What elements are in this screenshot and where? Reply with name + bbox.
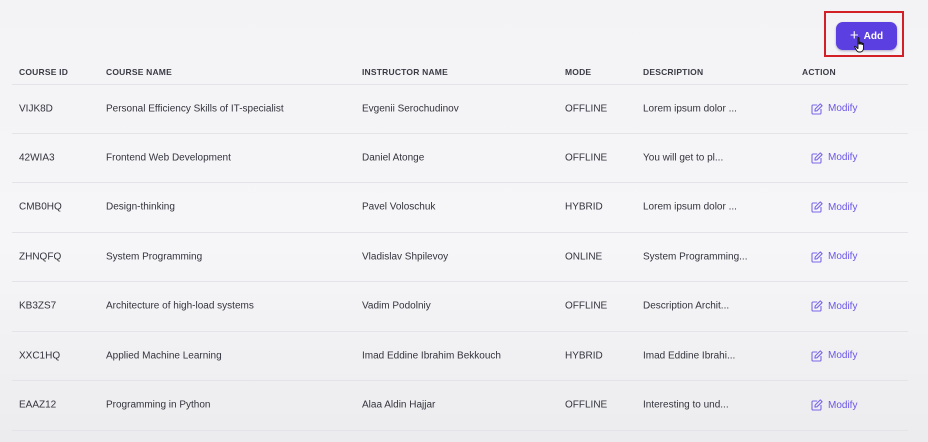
top-bar: + Add: [0, 0, 928, 60]
edit-icon: [811, 103, 823, 115]
edit-icon: [811, 201, 823, 213]
edit-icon: [811, 300, 823, 312]
modify-label: Modify: [828, 201, 858, 213]
description-cell: Lorem ipsum dolor ...: [643, 103, 737, 115]
modify-label: Modify: [828, 251, 858, 263]
instructor-name-cell: Vadim Podolniy: [362, 300, 431, 312]
hand-cursor-icon: [854, 37, 864, 53]
description-cell: Interesting to und...: [643, 399, 729, 411]
description-cell: Lorem ipsum dolor ...: [643, 201, 737, 213]
table-row: EAAZ12 Programming in Python Alaa Aldin …: [12, 381, 908, 431]
course-id-cell: CMB0HQ: [19, 201, 62, 213]
mode-cell: OFFLINE: [565, 152, 608, 164]
course-name-cell: Frontend Web Development: [106, 152, 231, 164]
course-name-cell: Design-thinking: [106, 201, 175, 213]
modify-label: Modify: [828, 103, 858, 115]
courses-table: COURSE ID COURSE NAME INSTRUCTOR NAME MO…: [12, 60, 908, 431]
modify-button[interactable]: Modify: [811, 152, 857, 164]
edit-icon: [811, 350, 823, 362]
description-cell: System Programming...: [643, 251, 748, 263]
course-name-cell: System Programming: [106, 251, 203, 263]
course-id-cell: 42WIA3: [19, 152, 55, 164]
modify-button[interactable]: Modify: [811, 350, 857, 362]
instructor-name-cell: Vladislav Shpilevoy: [362, 251, 449, 263]
mode-cell: HYBRID: [565, 350, 603, 362]
mode-cell: OFFLINE: [565, 300, 608, 312]
course-name-cell: Programming in Python: [106, 399, 211, 411]
edit-icon: [811, 152, 823, 164]
course-name-cell: Architecture of high-load systems: [106, 300, 254, 312]
mode-cell: OFFLINE: [565, 103, 608, 115]
course-id-cell: VIJK8D: [19, 103, 53, 115]
course-id-cell: XXC1HQ: [19, 350, 61, 362]
modify-button[interactable]: Modify: [811, 251, 857, 263]
header-action: ACTION: [802, 67, 836, 77]
table-row: 42WIA3 Frontend Web Development Daniel A…: [12, 134, 908, 183]
mode-cell: OFFLINE: [565, 399, 608, 411]
modify-button[interactable]: Modify: [811, 300, 857, 312]
course-name-cell: Applied Machine Learning: [106, 350, 222, 362]
header-instructor-name: INSTRUCTOR NAME: [362, 67, 448, 77]
modify-label: Modify: [828, 399, 858, 411]
header-description: DESCRIPTION: [643, 67, 704, 77]
table-row: CMB0HQ Design-thinking Pavel Voloschuk H…: [12, 183, 908, 233]
course-id-cell: ZHNQFQ: [19, 251, 62, 263]
instructor-name-cell: Imad Eddine Ibrahim Bekkouch: [362, 350, 501, 362]
table-row: XXC1HQ Applied Machine Learning Imad Edd…: [12, 332, 908, 381]
instructor-name-cell: Pavel Voloschuk: [362, 201, 436, 213]
table-row: VIJK8D Personal Efficiency Skills of IT-…: [12, 84, 908, 134]
description-cell: Imad Eddine Ibrahi...: [643, 350, 736, 362]
table-header: COURSE ID COURSE NAME INSTRUCTOR NAME MO…: [12, 60, 908, 84]
course-id-cell: KB3ZS7: [19, 300, 57, 312]
table-row: KB3ZS7 Architecture of high-load systems…: [12, 282, 908, 332]
header-course-name: COURSE NAME: [106, 67, 172, 77]
table-body: VIJK8D Personal Efficiency Skills of IT-…: [12, 84, 908, 431]
modify-label: Modify: [828, 300, 858, 312]
instructor-name-cell: Daniel Atonge: [362, 152, 425, 164]
header-course-id: COURSE ID: [19, 67, 69, 77]
course-name-cell: Personal Efficiency Skills of IT-special…: [106, 103, 284, 115]
description-cell: You will get to pl...: [643, 152, 724, 164]
mode-cell: ONLINE: [565, 251, 603, 263]
modify-label: Modify: [828, 350, 858, 362]
description-cell: Description Archit...: [643, 300, 730, 312]
instructor-name-cell: Evgenii Serochudinov: [362, 103, 459, 115]
modify-button[interactable]: Modify: [811, 399, 857, 411]
edit-icon: [811, 399, 823, 411]
modify-button[interactable]: Modify: [811, 201, 857, 213]
modify-button[interactable]: Modify: [811, 103, 857, 115]
table-row: ZHNQFQ System Programming Vladislav Shpi…: [12, 233, 908, 282]
modify-label: Modify: [828, 152, 858, 164]
edit-icon: [811, 251, 823, 263]
mode-cell: HYBRID: [565, 201, 603, 213]
header-mode: MODE: [565, 67, 592, 77]
course-id-cell: EAAZ12: [19, 399, 57, 411]
instructor-name-cell: Alaa Aldin Hajjar: [362, 399, 436, 411]
